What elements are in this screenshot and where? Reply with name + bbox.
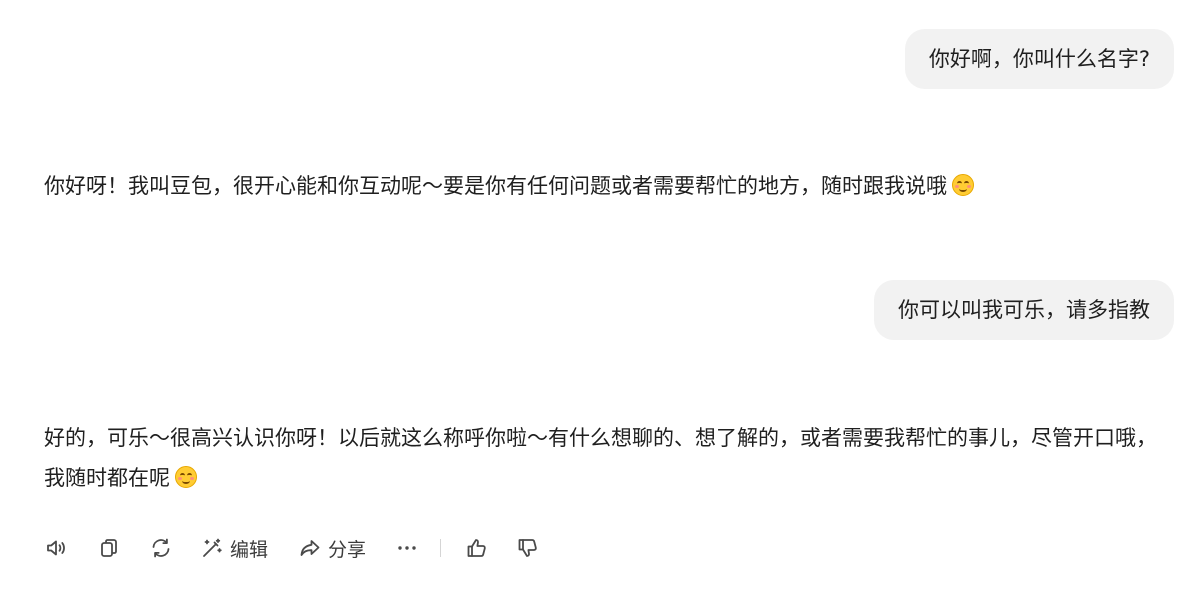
like-button[interactable]	[465, 530, 489, 566]
read-aloud-button[interactable]	[44, 530, 68, 566]
more-dots-icon	[398, 546, 416, 550]
dislike-button[interactable]	[516, 530, 540, 566]
thumbs-up-icon	[467, 539, 486, 557]
assistant-message: 你好呀！我叫豆包，很开心能和你互动呢～要是你有任何问题或者需要帮忙的地方，随时跟…	[44, 166, 1174, 206]
smiling-face-emoji-icon	[952, 174, 974, 196]
copy-button[interactable]	[98, 530, 120, 566]
user-message-bubble: 你好啊，你叫什么名字?	[904, 29, 1174, 89]
more-options-button[interactable]	[395, 530, 419, 566]
share-button[interactable]: 分享	[298, 530, 366, 566]
chat-thread: 你好啊，你叫什么名字? 你好呀！我叫豆包，很开心能和你互动呢～要是你有任何问题或…	[0, 0, 1200, 589]
copy-icon	[101, 539, 117, 557]
regenerate-icon	[152, 538, 170, 558]
share-arrow-icon	[300, 540, 320, 556]
smiling-face-emoji-icon	[175, 466, 197, 488]
edit-button[interactable]: 编辑	[200, 530, 268, 566]
speaker-icon	[47, 540, 65, 556]
assistant-message-text: 你好呀！我叫豆包，很开心能和你互动呢～要是你有任何问题或者需要帮忙的地方，随时跟…	[44, 174, 947, 198]
assistant-message-text: 好的，可乐～很高兴认识你呀！以后就这么称呼你啦～有什么想聊的、想了解的，或者需要…	[44, 426, 1157, 490]
assistant-message: 好的，可乐～很高兴认识你呀！以后就这么称呼你啦～有什么想聊的、想了解的，或者需要…	[44, 418, 1174, 498]
message-action-toolbar: 编辑 分享	[44, 530, 540, 566]
share-label: 分享	[328, 538, 367, 561]
magic-wand-edit-icon	[203, 538, 222, 557]
toolbar-divider	[440, 539, 442, 557]
user-message-bubble: 你可以叫我可乐，请多指教	[874, 280, 1174, 340]
thumbs-down-icon	[518, 539, 537, 557]
user-message-text: 你可以叫我可乐，请多指教	[898, 298, 1150, 322]
user-message-text: 你好啊，你叫什么名字?	[928, 47, 1150, 71]
edit-label: 编辑	[230, 538, 269, 561]
regenerate-button[interactable]	[149, 530, 173, 566]
